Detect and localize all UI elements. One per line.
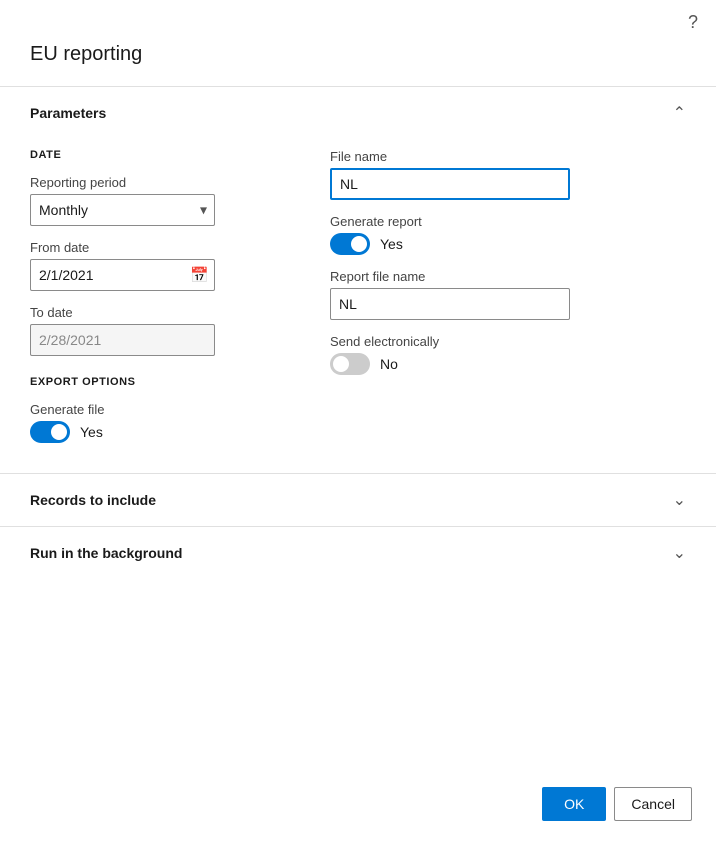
reporting-period-select[interactable]: Monthly [30,194,215,226]
from-date-wrapper: 📅 [30,259,215,291]
cancel-button[interactable]: Cancel [614,787,692,821]
file-name-input[interactable] [330,168,570,200]
parameters-section: Parameters ⌃ DATE Reporting period Month… [0,86,716,473]
report-file-name-input[interactable] [330,288,570,320]
file-name-label: File name [330,149,686,164]
to-date-input [30,324,215,356]
to-date-wrapper [30,324,215,356]
generate-report-row: Yes [330,233,686,255]
send-electronically-toggle[interactable] [330,353,370,375]
date-label: DATE [30,149,290,161]
from-date-label: From date [30,240,290,255]
to-date-label: To date [30,305,290,320]
generate-report-value: Yes [380,236,403,252]
send-electronically-label: Send electronically [330,334,686,349]
generate-file-toggle[interactable] [30,421,70,443]
background-title: Run in the background [30,545,182,561]
background-chevron-icon: ⌄ [673,543,686,563]
parameters-content: DATE Reporting period Monthly From date … [0,139,716,473]
generate-file-value: Yes [80,424,103,440]
top-bar: ? [0,0,716,33]
export-options-label: EXPORT OPTIONS [30,376,290,388]
date-col: DATE Reporting period Monthly From date … [30,149,290,443]
footer-buttons: OK Cancel [542,787,692,821]
send-electronically-row: No [330,353,686,375]
records-title: Records to include [30,492,156,508]
generate-file-row: Yes [30,421,290,443]
generate-report-toggle[interactable] [330,233,370,255]
help-icon[interactable]: ? [688,12,698,33]
reporting-period-label: Reporting period [30,175,290,190]
background-section: Run in the background ⌄ [0,526,716,579]
send-electronically-value: No [380,356,398,372]
parameters-title: Parameters [30,105,106,121]
records-section: Records to include ⌄ [0,473,716,526]
parameters-two-col: DATE Reporting period Monthly From date … [30,149,686,443]
report-file-name-label: Report file name [330,269,686,284]
from-date-input[interactable] [30,259,215,291]
generate-file-label: Generate file [30,402,290,417]
parameters-chevron-icon: ⌃ [673,103,686,123]
ok-button[interactable]: OK [542,787,606,821]
records-section-header[interactable]: Records to include ⌄ [0,474,716,526]
background-section-header[interactable]: Run in the background ⌄ [0,527,716,579]
reporting-period-wrapper[interactable]: Monthly [30,194,215,226]
generate-report-field-label: Generate report [330,214,686,229]
parameters-section-header[interactable]: Parameters ⌃ [0,87,716,139]
records-chevron-icon: ⌄ [673,490,686,510]
page-title: EU reporting [0,33,716,86]
file-col: File name Generate report Yes Report fil… [330,149,686,443]
